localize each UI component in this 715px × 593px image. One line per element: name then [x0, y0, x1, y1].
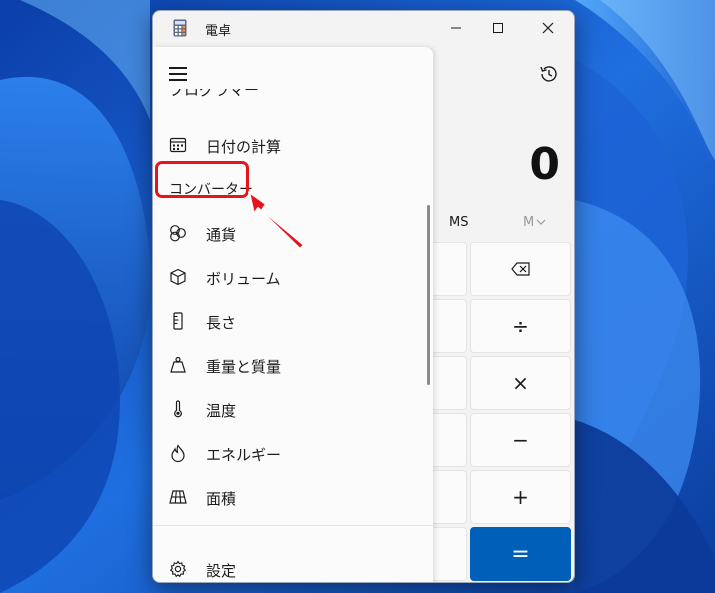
- nav-item-length[interactable]: 長さ: [153, 301, 429, 341]
- title-bar: 電卓: [153, 11, 574, 45]
- close-icon: [542, 22, 554, 34]
- memory-view-label: M: [523, 215, 535, 230]
- key-partial-2[interactable]: [433, 299, 467, 353]
- multiply-button[interactable]: ×: [470, 356, 571, 410]
- nav-item-date-calculation[interactable]: 日付の計算: [153, 125, 429, 165]
- nav-divider: [153, 525, 433, 526]
- backspace-icon: [510, 262, 530, 276]
- memory-store-button[interactable]: MS: [449, 215, 468, 230]
- maximize-button[interactable]: [475, 11, 521, 45]
- nav-item-volume[interactable]: ボリューム: [153, 257, 429, 297]
- close-button[interactable]: [525, 11, 571, 45]
- ruler-icon: [173, 312, 183, 330]
- flame-icon: [171, 444, 185, 462]
- weight-icon: [170, 356, 186, 373]
- minimize-icon: [451, 27, 461, 29]
- nav-item-label: ボリューム: [206, 270, 281, 288]
- window-title: 電卓: [205, 24, 232, 39]
- hamburger-menu-button[interactable]: [169, 67, 187, 81]
- equals-button[interactable]: =: [470, 527, 571, 581]
- navigation-pane: プログラマー 日付の計算 コンバーター 通貨 ボリューム 長さ 重量と質量 温度…: [153, 47, 433, 582]
- maximize-icon: [493, 23, 503, 33]
- key-partial-3[interactable]: [433, 356, 467, 410]
- nav-item-label: 面積: [206, 490, 237, 508]
- nav-item-label: 温度: [206, 402, 237, 420]
- nav-item-energy[interactable]: エネルギー: [153, 433, 429, 473]
- nav-item-label: 日付の計算: [206, 138, 282, 156]
- volume-cube-icon: [170, 268, 186, 286]
- backspace-button[interactable]: [470, 242, 571, 296]
- nav-item-label: 通貨: [206, 226, 237, 244]
- history-icon[interactable]: [538, 63, 560, 85]
- nav-item-label: 長さ: [206, 314, 237, 332]
- key-partial-1[interactable]: [433, 242, 467, 296]
- nav-item-label: エネルギー: [206, 446, 282, 464]
- minimize-button[interactable]: [433, 11, 479, 45]
- chevron-down-icon: [536, 219, 546, 225]
- minus-button[interactable]: −: [470, 413, 571, 467]
- key-partial-4[interactable]: [433, 413, 467, 467]
- key-partial-6[interactable]: [433, 527, 467, 581]
- nav-scrollbar[interactable]: [427, 205, 430, 385]
- calculator-window: 電卓 0 MS M ÷ × − + = プログラマー 日付の計算 コンバーター …: [152, 10, 575, 583]
- nav-item-temperature[interactable]: 温度: [153, 389, 429, 429]
- calendar-icon: [169, 137, 187, 153]
- plus-button[interactable]: +: [470, 470, 571, 524]
- highlight-box: [155, 161, 249, 198]
- nav-item-weight-mass[interactable]: 重量と質量: [153, 345, 429, 385]
- divide-button[interactable]: ÷: [470, 299, 571, 353]
- gear-icon: [169, 560, 187, 578]
- nav-item-settings[interactable]: 設定: [153, 549, 429, 582]
- result-display: 0: [529, 139, 560, 190]
- nav-item-programmer-partial[interactable]: プログラマー: [169, 89, 369, 101]
- memory-view-button[interactable]: M: [523, 215, 546, 230]
- nav-item-programmer-label: プログラマー: [169, 89, 260, 99]
- key-partial-5[interactable]: [433, 470, 467, 524]
- pointer-arrow-annotation: [248, 191, 305, 250]
- nav-item-area[interactable]: 面積: [153, 477, 429, 517]
- thermometer-icon: [174, 400, 182, 418]
- currency-icon: [170, 225, 186, 242]
- nav-item-label: 重量と質量: [206, 358, 282, 376]
- area-grid-icon: [169, 490, 187, 504]
- nav-item-label: 設定: [206, 562, 237, 580]
- calculator-app-icon: [173, 19, 187, 37]
